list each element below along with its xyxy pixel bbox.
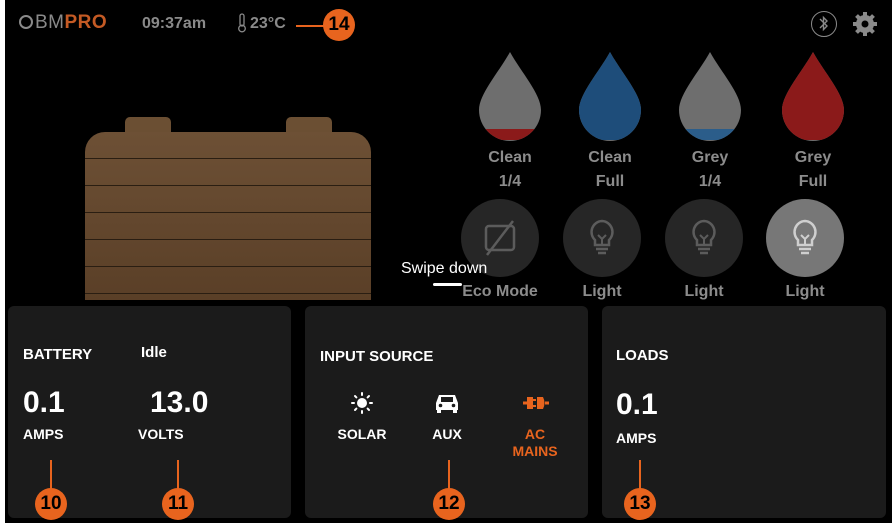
gear-icon [853, 12, 877, 36]
callout-11: 11 [162, 488, 194, 520]
battery-volts-value: 13.0 [150, 386, 209, 419]
bluetooth-icon [819, 15, 828, 32]
loads-amps-value: 0.1 [616, 388, 658, 421]
logo-suffix: PRO [64, 12, 108, 33]
battery-state: Idle [141, 344, 167, 361]
tank-level: 1/4 [498, 173, 522, 190]
tank-level: Full [595, 173, 625, 190]
battery-amps-unit: AMPS [23, 426, 64, 442]
tank-level: 1/4 [698, 173, 722, 190]
callout-12: 12 [433, 488, 465, 520]
loads-amps-unit: AMPS [616, 430, 657, 446]
callout-10-line [50, 460, 52, 490]
light-button[interactable] [766, 199, 844, 277]
callout-12-line [448, 460, 450, 490]
source-solar[interactable]: SOLAR [327, 426, 397, 443]
temperature-readout: 23°C [250, 15, 286, 32]
tank-name: Clean [588, 149, 632, 166]
loads-panel[interactable]: LOADS 0.1 AMPS [602, 306, 886, 518]
eco-mode-label: Eco Mode [462, 283, 538, 300]
tank-name: Grey [691, 149, 729, 166]
tank-drop-icon [675, 50, 745, 142]
battery-graphic [85, 132, 371, 300]
callout-11-line [177, 460, 179, 490]
callout-13: 13 [624, 488, 656, 520]
battery-title: BATTERY [23, 346, 93, 363]
battery-amps-value: 0.1 [23, 386, 65, 419]
tank-name: Grey [794, 149, 832, 166]
light-label: Light [684, 283, 724, 300]
light-button[interactable] [665, 199, 743, 277]
settings-button[interactable] [851, 10, 879, 38]
source-ac-mains[interactable]: AC MAINS [500, 426, 570, 460]
plug-icon [518, 394, 554, 412]
light-label: Light [582, 283, 622, 300]
bmpro-logo: BMPRO [19, 12, 107, 34]
thermometer-icon [237, 13, 247, 33]
loads-title: LOADS [616, 347, 669, 364]
source-aux[interactable]: AUX [412, 426, 482, 443]
lightbulb-icon [793, 219, 817, 255]
lightbulb-icon [692, 219, 716, 255]
light-label: Light [785, 283, 825, 300]
light-button[interactable] [563, 199, 641, 277]
tank-drop-icon [475, 50, 545, 142]
swipe-handle[interactable] [433, 283, 462, 286]
clock: 09:37am [142, 15, 207, 32]
tank-level: Full [798, 173, 828, 190]
logo-mark-icon [19, 15, 33, 29]
car-icon [433, 392, 461, 414]
tank-drop-icon [778, 50, 848, 142]
callout-14-line [296, 25, 324, 27]
lightbulb-icon [590, 219, 614, 255]
app-screen: BMPRO 09:37am 23°C 14 Clean 1/4 Clean Fu… [5, 0, 892, 523]
battery-volts-unit: VOLTS [138, 426, 184, 442]
bluetooth-button[interactable] [811, 11, 837, 37]
callout-14: 14 [323, 9, 355, 41]
swipe-hint: Swipe down [401, 260, 488, 277]
callout-10: 10 [35, 488, 67, 520]
source-ac-label-line1: AC [524, 426, 546, 442]
source-ac-label-line2: MAINS [512, 443, 558, 459]
sun-icon [351, 392, 373, 414]
logo-prefix: BM [35, 12, 65, 33]
input-source-panel[interactable]: INPUT SOURCE SOLAR AUX AC MAINS [305, 306, 588, 518]
tank-drop-icon [575, 50, 645, 142]
callout-13-line [639, 460, 641, 490]
tank-name: Clean [488, 149, 532, 166]
input-source-title: INPUT SOURCE [320, 348, 434, 365]
